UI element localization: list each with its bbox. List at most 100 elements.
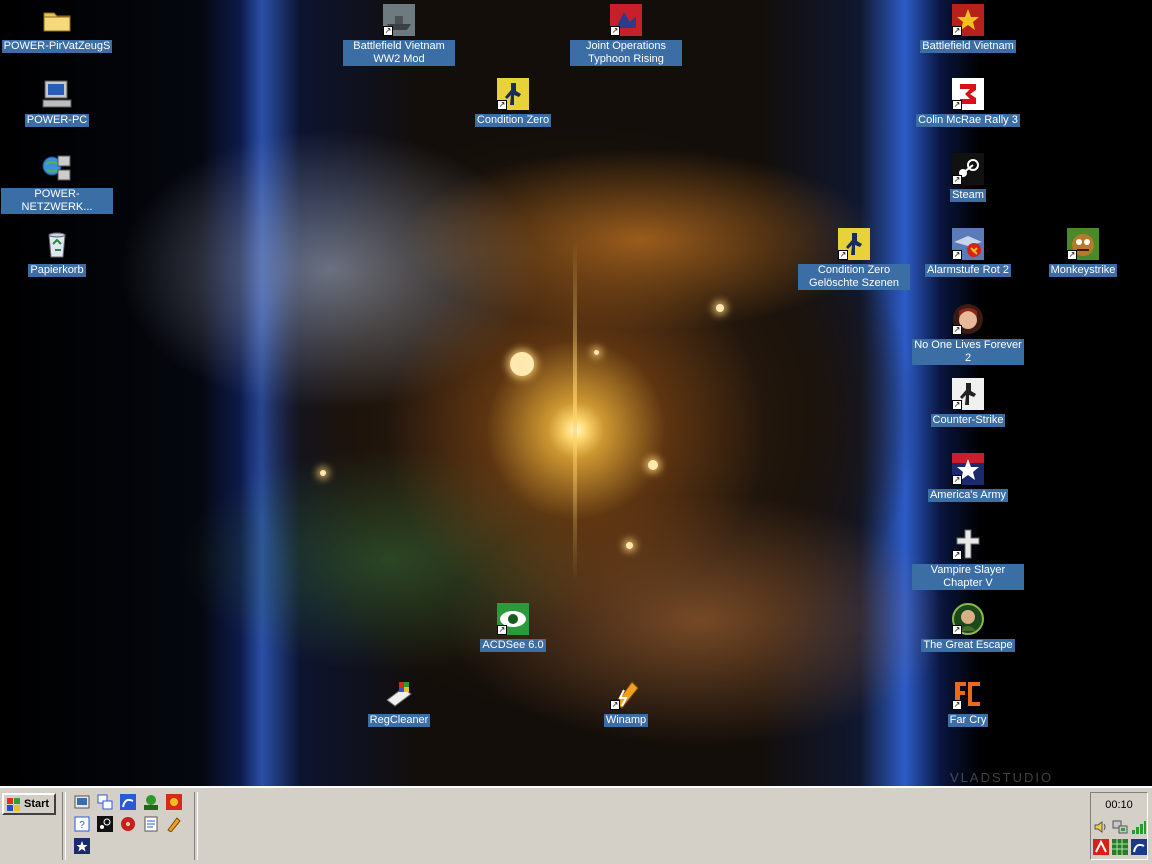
- shortcut-arrow-icon: ↗: [497, 625, 507, 635]
- taskbar-separator: [62, 792, 66, 860]
- wallpaper-star: [716, 304, 724, 312]
- notepad-icon[interactable]: [143, 816, 159, 832]
- shortcut-arrow-icon: ↗: [497, 100, 507, 110]
- desktop-icon-cz-deleted-scenes[interactable]: ↗ Condition Zero Gelöschte Szenen: [798, 228, 910, 290]
- desktop-icon-regcleaner[interactable]: RegCleaner: [343, 678, 455, 727]
- ie-tray-icon[interactable]: [1131, 839, 1147, 855]
- desktop-icon-counter-strike[interactable]: ↗ Counter-Strike: [912, 378, 1024, 427]
- wallpaper-star: [510, 352, 534, 376]
- grid-icon[interactable]: [1112, 839, 1128, 855]
- desktop-icon-papierkorb[interactable]: Papierkorb: [1, 228, 113, 277]
- steam-icon[interactable]: [97, 816, 113, 832]
- wallpaper-light-beam: [573, 240, 577, 580]
- folder-icon: [41, 4, 73, 36]
- shortcut-arrow-icon: ↗: [952, 175, 962, 185]
- great-escape-icon: ↗: [952, 603, 984, 635]
- desktop-icon-label: America's Army: [927, 489, 1009, 502]
- counter-strike-icon: ↗: [952, 378, 984, 410]
- desktop-icon-steam[interactable]: ↗ Steam: [912, 153, 1024, 202]
- switch-windows-icon[interactable]: [97, 794, 113, 810]
- desktop-icon-label: Monkeystrike: [1048, 264, 1118, 277]
- desktop-icon-network[interactable]: POWER-NETZWERK...: [1, 152, 113, 214]
- desktop-icon-pirvatzeugs[interactable]: POWER-PirVatZeugS: [1, 4, 113, 53]
- shortcut-arrow-icon: ↗: [952, 550, 962, 560]
- shortcut-arrow-icon: ↗: [838, 250, 848, 260]
- shortcut-arrow-icon: ↗: [952, 475, 962, 485]
- desktop[interactable]: POWER-PirVatZeugS POWER-PC POWER-NETZWER…: [0, 0, 1152, 786]
- start-button[interactable]: Start: [2, 793, 56, 815]
- game-icon[interactable]: [166, 794, 182, 810]
- shortcut-arrow-icon: ↗: [952, 325, 962, 335]
- desktop-icon-winamp[interactable]: ↗ Winamp: [570, 678, 682, 727]
- desktop-icon-label: Vampire Slayer Chapter V: [912, 564, 1024, 590]
- americas-army-icon[interactable]: [74, 838, 90, 854]
- desktop-icon-great-escape[interactable]: ↗ The Great Escape: [912, 603, 1024, 652]
- far-cry-icon: ↗: [952, 678, 984, 710]
- taskbar: Start ? 00:10: [0, 786, 1152, 864]
- desktop-icon-vampire-slayer[interactable]: ↗ Vampire Slayer Chapter V: [912, 528, 1024, 590]
- alarmstufe-rot-icon: ↗: [952, 228, 984, 260]
- desktop-icon-label: Alarmstufe Rot 2: [925, 264, 1011, 277]
- desktop-icon-label: Colin McRae Rally 3: [916, 114, 1020, 127]
- network-icon: [41, 152, 73, 184]
- desktop-icon-label: Battlefield Vietnam WW2 Mod: [343, 40, 455, 66]
- joint-operations-icon: ↗: [610, 4, 642, 36]
- system-tray: 00:10: [1090, 792, 1148, 860]
- desktop-icon-condition-zero[interactable]: ↗ Condition Zero: [457, 78, 569, 127]
- wallpaper-star: [320, 470, 326, 476]
- desktop-icon-label: Far Cry: [947, 714, 989, 727]
- network-tray-icon[interactable]: [1112, 819, 1128, 835]
- shortcut-arrow-icon: ↗: [952, 250, 962, 260]
- colin-mcrae-icon: ↗: [952, 78, 984, 110]
- desktop-icon-americas-army[interactable]: ↗ America's Army: [912, 453, 1024, 502]
- desktop-icon-label: Condition Zero Gelöschte Szenen: [798, 264, 910, 290]
- desktop-icon-label: Battlefield Vietnam: [920, 40, 1016, 53]
- desktop-icon-label: ACDSee 6.0: [480, 639, 546, 652]
- shortcut-arrow-icon: ↗: [952, 26, 962, 36]
- desktop-icon-joint-operations[interactable]: ↗ Joint Operations Typhoon Rising: [570, 4, 682, 66]
- acdsee-icon: ↗: [497, 603, 529, 635]
- ie-shortcut-icon[interactable]: [120, 794, 136, 810]
- shortcut-arrow-icon: ↗: [952, 100, 962, 110]
- shortcut-arrow-icon: ↗: [610, 700, 620, 710]
- desktop-icon-alarmstufe-rot[interactable]: ↗ Alarmstufe Rot 2: [912, 228, 1024, 277]
- shortcut-arrow-icon: ↗: [610, 26, 620, 36]
- vampire-slayer-icon: ↗: [952, 528, 984, 560]
- recycle-bin-icon: [41, 228, 73, 260]
- desktop-icon-colin-mcrae[interactable]: ↗ Colin McRae Rally 3: [912, 78, 1024, 127]
- svg-text:?: ?: [79, 820, 85, 831]
- volume-icon[interactable]: [1093, 819, 1109, 835]
- show-desktop-icon[interactable]: [74, 794, 90, 810]
- red-disc-icon[interactable]: [120, 816, 136, 832]
- americas-army-icon: ↗: [952, 453, 984, 485]
- desktop-icon-label: No One Lives Forever 2: [912, 339, 1024, 365]
- signal-icon[interactable]: [1131, 819, 1147, 835]
- desktop-icon-power-pc[interactable]: POWER-PC: [1, 78, 113, 127]
- start-label: Start: [24, 798, 50, 810]
- desktop-icon-monkeystrike[interactable]: ↗ Monkeystrike: [1027, 228, 1139, 277]
- condition-zero-deleted-icon: ↗: [838, 228, 870, 260]
- desktop-icon-acdsee[interactable]: ↗ ACDSee 6.0: [457, 603, 569, 652]
- desktop-icon-bf-ww2-mod[interactable]: ↗ Battlefield Vietnam WW2 Mod: [343, 4, 455, 66]
- shortcut-arrow-icon: ↗: [952, 625, 962, 635]
- wallpaper-star: [594, 350, 599, 355]
- shortcut-arrow-icon: ↗: [383, 26, 393, 36]
- windows-logo-icon: [7, 798, 21, 811]
- condition-zero-icon: ↗: [497, 78, 529, 110]
- monkeystrike-icon: ↗: [1067, 228, 1099, 260]
- desktop-icon-bf-vietnam[interactable]: ↗ Battlefield Vietnam: [912, 4, 1024, 53]
- help-icon[interactable]: ?: [74, 816, 90, 832]
- desktop-icon-far-cry[interactable]: ↗ Far Cry: [912, 678, 1024, 727]
- shortcut-arrow-icon: ↗: [1067, 250, 1077, 260]
- taskbar-separator: [194, 792, 198, 860]
- computer-icon: [41, 78, 73, 110]
- clock[interactable]: 00:10: [1091, 799, 1147, 811]
- nolf2-icon: ↗: [952, 303, 984, 335]
- pro-app-icon[interactable]: [143, 794, 159, 810]
- regcleaner-icon: [383, 678, 415, 710]
- desktop-icon-label: RegCleaner: [367, 714, 431, 727]
- desktop-icon-label: POWER-PirVatZeugS: [1, 40, 113, 53]
- winamp-icon[interactable]: [166, 816, 182, 832]
- antivirus-icon[interactable]: [1093, 839, 1109, 855]
- desktop-icon-nolf2[interactable]: ↗ No One Lives Forever 2: [912, 303, 1024, 365]
